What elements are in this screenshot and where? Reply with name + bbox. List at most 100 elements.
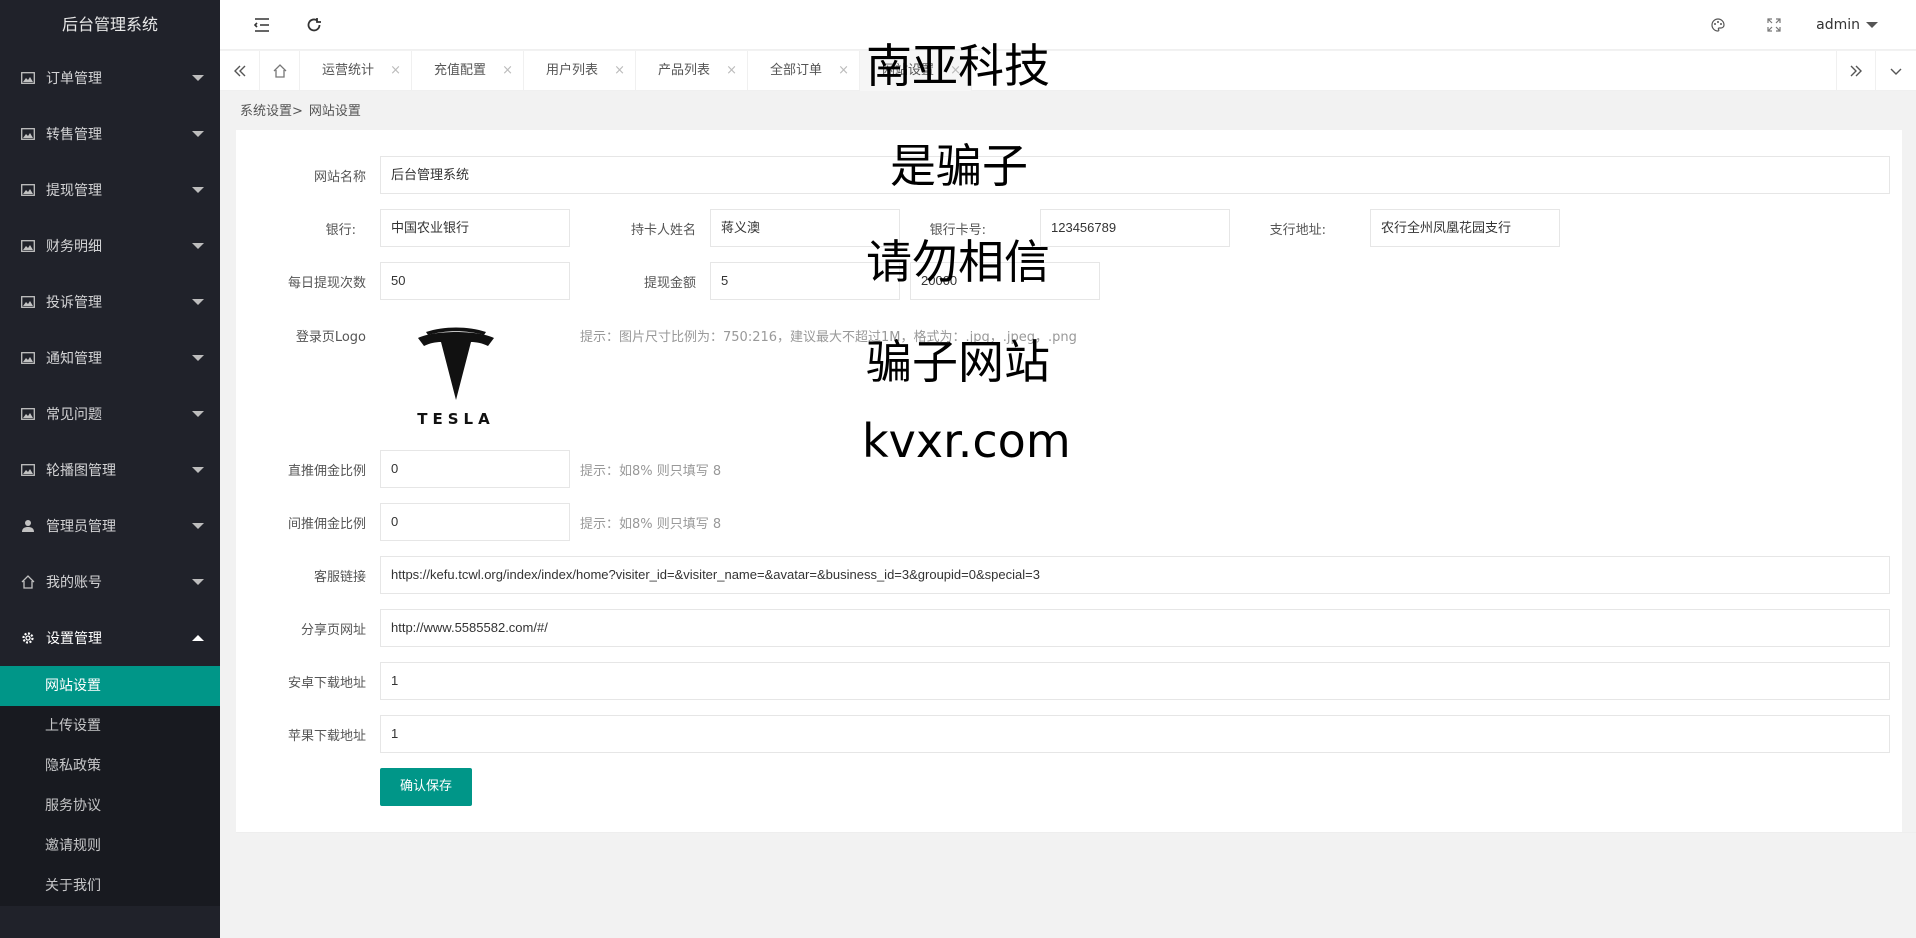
tabs-next-icon[interactable] — [1836, 51, 1876, 91]
sidebar-subitem-1[interactable]: 上传设置 — [0, 706, 220, 746]
sidebar-item-9[interactable]: 我的账号 — [0, 554, 220, 610]
sidebar-item-label: 我的账号 — [46, 575, 102, 591]
bank-input[interactable]: 中国农业银行 — [380, 209, 570, 247]
sidebar-item-label: 转售管理 — [46, 127, 102, 143]
close-icon[interactable]: × — [502, 51, 513, 91]
ios-label: 苹果下载地址 — [287, 729, 366, 744]
chevron-down-icon — [192, 299, 204, 305]
sidebar-subitem-3[interactable]: 服务协议 — [0, 786, 220, 826]
sidebar-subitem-2[interactable]: 隐私政策 — [0, 746, 220, 786]
chevron-down-icon — [192, 187, 204, 193]
image-icon — [20, 126, 36, 142]
save-button[interactable]: 确认保存 — [380, 768, 472, 806]
image-icon — [20, 238, 36, 254]
site-name-input[interactable]: 后台管理系统 — [380, 156, 1890, 194]
sidebar-item-label: 常见问题 — [46, 407, 102, 423]
indirect-input[interactable]: 0 — [380, 503, 570, 541]
top-header: admin — [220, 0, 1916, 50]
user-menu[interactable]: admin — [1816, 0, 1878, 50]
username: admin — [1816, 17, 1860, 33]
chevron-down-icon — [192, 75, 204, 81]
divider — [236, 832, 1916, 833]
share-input[interactable]: http://www.5585582.com/#/ — [380, 609, 1890, 647]
direct-label: 直推佣金比例 — [287, 464, 366, 479]
breadcrumb-parent[interactable]: 系统设置> — [240, 104, 303, 119]
sidebar-subitem-4[interactable]: 邀请规则 — [0, 826, 220, 866]
sidebar-item-10[interactable]: 设置管理 — [0, 610, 220, 666]
tabs-menu-icon[interactable] — [1876, 51, 1916, 91]
sidebar-item-label: 投诉管理 — [46, 295, 102, 311]
image-icon — [20, 182, 36, 198]
chevron-down-icon — [192, 131, 204, 137]
image-icon — [20, 350, 36, 366]
sidebar-subitem-0[interactable]: 网站设置 — [0, 666, 220, 706]
sidebar-item-5[interactable]: 通知管理 — [0, 330, 220, 386]
sidebar-item-label: 提现管理 — [46, 183, 102, 199]
close-icon[interactable]: × — [838, 51, 849, 91]
tab-3[interactable]: 产品列表 × — [636, 51, 748, 91]
amount-label: 提现金额 — [643, 276, 696, 291]
branch-input[interactable]: 农行全州凤凰花园支行 — [1370, 209, 1560, 247]
site-name-label: 网站名称 — [313, 170, 366, 185]
tabs-prev-icon[interactable] — [220, 51, 260, 91]
sidebar-subnav: 网站设置 上传设置 隐私政策 服务协议 邀请规则 关于我们 — [0, 666, 220, 906]
gear-icon — [20, 630, 36, 646]
sidebar-item-1[interactable]: 转售管理 — [0, 106, 220, 162]
sidebar-subitem-5[interactable]: 关于我们 — [0, 866, 220, 906]
sidebar-item-label: 财务明细 — [46, 239, 102, 255]
sidebar-item-3[interactable]: 财务明细 — [0, 218, 220, 274]
holder-label: 持卡人姓名 — [630, 223, 696, 238]
logo-upload[interactable]: TESLA — [396, 322, 516, 432]
overlay-line-1: 南亚科技 — [866, 39, 1050, 93]
user-icon — [20, 518, 36, 534]
chevron-down-icon — [192, 411, 204, 417]
sidebar-item-8[interactable]: 管理员管理 — [0, 498, 220, 554]
sidebar-item-6[interactable]: 常见问题 — [0, 386, 220, 442]
image-icon — [20, 406, 36, 422]
chevron-down-icon — [192, 523, 204, 529]
android-input[interactable]: 1 — [380, 662, 1890, 700]
close-icon[interactable]: × — [726, 51, 737, 91]
service-input[interactable]: https://kefu.tcwl.org/index/index/home?v… — [380, 556, 1890, 594]
service-label: 客服链接 — [313, 570, 366, 585]
overlay-line-4: 骗子网站 — [866, 335, 1050, 389]
chevron-down-icon — [192, 355, 204, 361]
ios-input[interactable]: 1 — [380, 715, 1890, 753]
chevron-down-icon — [192, 243, 204, 249]
chevron-down-icon — [192, 579, 204, 585]
chevron-up-icon — [192, 635, 204, 641]
share-label: 分享页网址 — [300, 623, 366, 638]
direct-input[interactable]: 0 — [380, 450, 570, 488]
bank-label: 银行: — [325, 223, 356, 238]
refresh-icon[interactable] — [292, 0, 336, 50]
logo-label: 登录页Logo — [295, 330, 366, 345]
tab-4[interactable]: 全部订单 × — [748, 51, 860, 91]
sidebar-item-2[interactable]: 提现管理 — [0, 162, 220, 218]
close-icon[interactable]: × — [390, 51, 401, 91]
theme-icon[interactable] — [1696, 0, 1740, 50]
daily-label: 每日提现次数 — [287, 276, 366, 291]
image-icon — [20, 70, 36, 86]
sidebar-item-0[interactable]: 订单管理 — [0, 50, 220, 106]
close-icon[interactable]: × — [614, 51, 625, 91]
indirect-label: 间推佣金比例 — [287, 517, 366, 532]
tab-bar: 运营统计 × 充值配置 × 用户列表 × 产品列表 × 全部订单 × 网站设置 × — [220, 51, 1916, 91]
sidebar-item-label: 管理员管理 — [46, 519, 116, 535]
image-icon — [20, 294, 36, 310]
tab-0[interactable]: 运营统计 × — [300, 51, 412, 91]
sidebar-item-4[interactable]: 投诉管理 — [0, 274, 220, 330]
sidebar-item-label: 设置管理 — [46, 631, 102, 647]
sidebar-item-7[interactable]: 轮播图管理 — [0, 442, 220, 498]
daily-input[interactable]: 50 — [380, 262, 570, 300]
tab-2[interactable]: 用户列表 × — [524, 51, 636, 91]
home-icon — [20, 574, 36, 590]
menu-collapse-icon[interactable] — [240, 0, 284, 50]
home-tab-icon[interactable] — [260, 51, 300, 91]
chevron-down-icon — [1866, 22, 1878, 28]
tab-label: 全部订单 — [770, 63, 823, 78]
indirect-tip: 提示：如8% 则只填写 8 — [580, 517, 722, 532]
tab-1[interactable]: 充值配置 × — [412, 51, 524, 91]
overlay-line-5: kvxr.com — [862, 414, 1071, 468]
fullscreen-icon[interactable] — [1752, 0, 1796, 50]
tab-label: 运营统计 — [322, 63, 375, 78]
